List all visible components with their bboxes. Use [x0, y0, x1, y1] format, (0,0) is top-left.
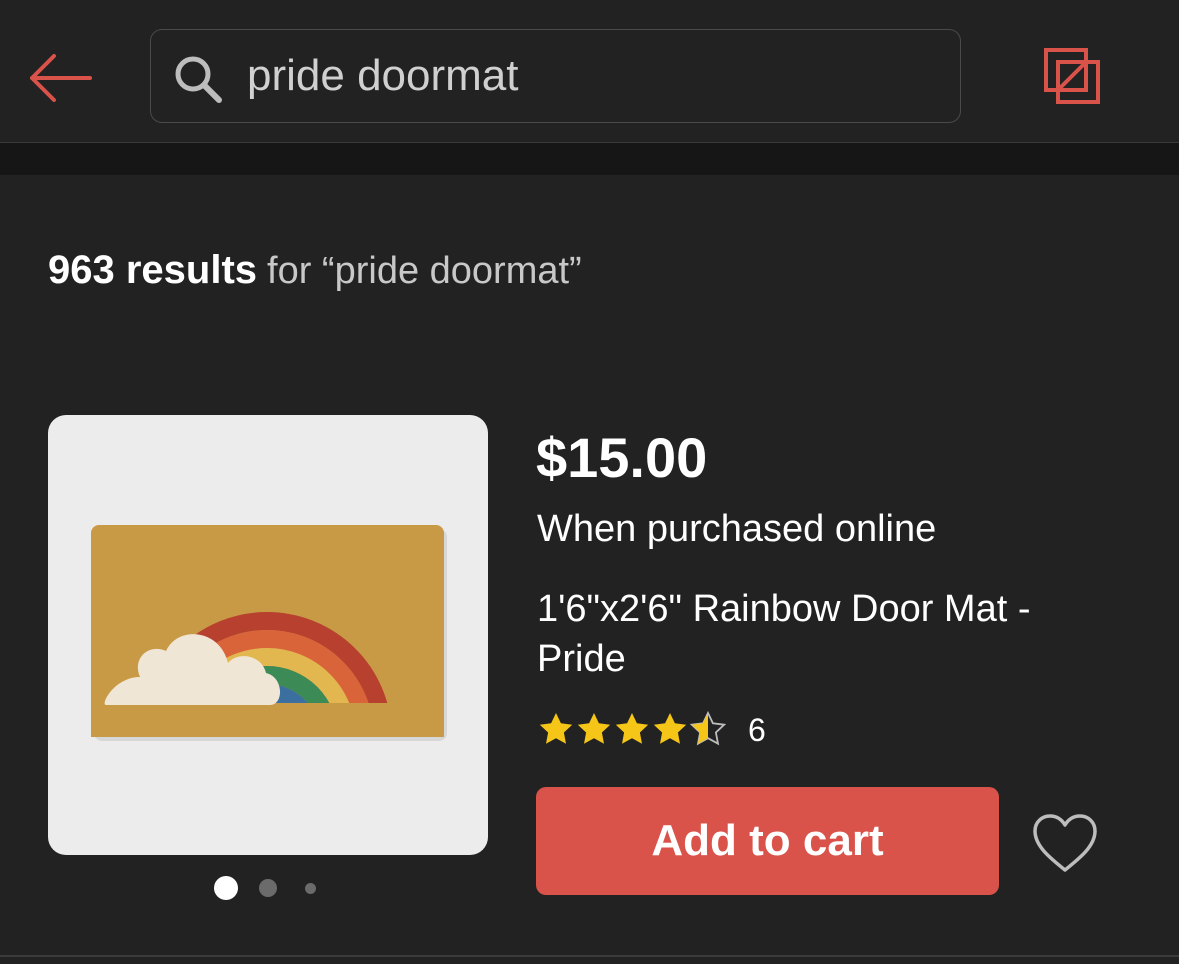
heart-icon	[1033, 814, 1097, 872]
review-count: 6	[748, 711, 766, 748]
back-button[interactable]	[22, 46, 96, 110]
rainbow-doormat-image	[91, 525, 447, 741]
search-icon	[175, 56, 222, 103]
compare-button[interactable]	[1036, 46, 1108, 110]
compare-icon	[1044, 48, 1100, 104]
carousel-dot[interactable]	[259, 879, 277, 897]
divider	[0, 955, 1179, 957]
product-rating[interactable]: 6	[536, 708, 766, 752]
results-summary: 963 results for “pride doormat”	[48, 248, 582, 293]
results-query: for “pride doormat”	[267, 250, 582, 292]
arrow-left-icon	[30, 54, 92, 102]
search-bar[interactable]	[150, 29, 961, 123]
product-price: $15.00	[536, 426, 708, 489]
header-divider-band	[0, 143, 1179, 175]
image-carousel-indicator	[214, 876, 324, 900]
carousel-dot[interactable]	[305, 883, 316, 894]
product-image[interactable]	[48, 415, 488, 855]
add-to-cart-button[interactable]: Add to cart	[536, 787, 999, 895]
price-note: When purchased online	[537, 508, 937, 550]
star-rating-icon	[539, 712, 726, 745]
results-count: 963 results	[48, 248, 258, 292]
product-title[interactable]: 1'6"x2'6" Rainbow Door Mat - Pride	[537, 584, 1117, 684]
top-bar	[0, 0, 1179, 143]
carousel-dot-active[interactable]	[214, 876, 238, 900]
favorite-button[interactable]	[1030, 812, 1100, 876]
search-input[interactable]	[247, 30, 937, 122]
